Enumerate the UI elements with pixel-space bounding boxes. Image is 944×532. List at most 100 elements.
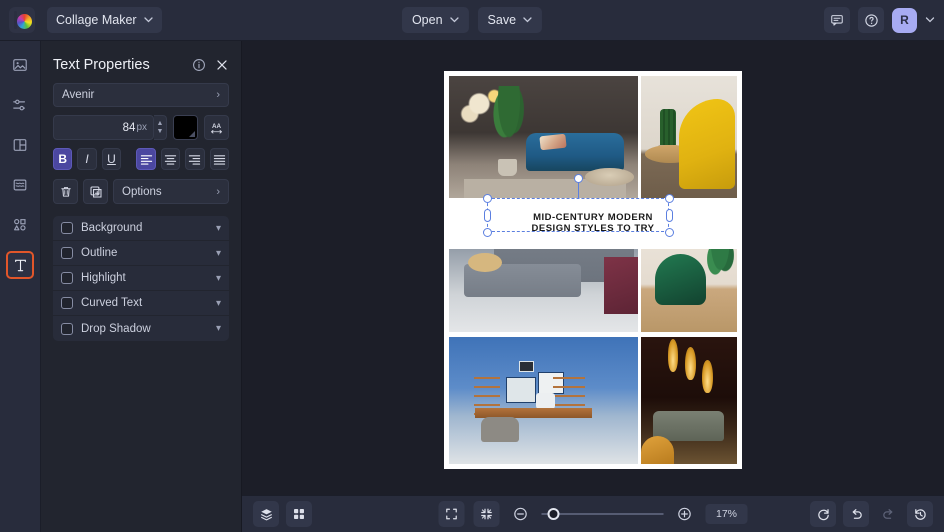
- highlight-checkbox[interactable]: [61, 272, 73, 284]
- zoom-slider-knob[interactable]: [547, 508, 560, 520]
- undo-button[interactable]: [843, 501, 869, 527]
- help-button[interactable]: [858, 7, 884, 33]
- text-layer-line-1: MID-CENTURY MODERN: [533, 211, 653, 223]
- artboard[interactable]: MID-CENTURY MODERN DESIGN STYLES TO TRY: [444, 71, 742, 469]
- zoom-out-icon: [514, 507, 527, 521]
- options-button[interactable]: Options ›: [113, 179, 229, 204]
- align-right-button[interactable]: [185, 148, 205, 170]
- chevron-down-icon: ▾: [215, 297, 221, 309]
- font-size-input[interactable]: 84 px: [53, 115, 154, 140]
- layers-icon: [260, 508, 272, 520]
- resize-handle-top-right[interactable]: [665, 194, 674, 203]
- reset-button[interactable]: [810, 501, 836, 527]
- align-left-button[interactable]: [136, 148, 156, 170]
- grid-icon: [294, 509, 304, 519]
- sidebar-item-text[interactable]: [6, 251, 34, 279]
- italic-label: I: [85, 152, 89, 166]
- redo-button[interactable]: [876, 502, 900, 526]
- font-size-stepper[interactable]: ▲ ▼: [154, 115, 167, 140]
- photo-living-room-blue-sofa[interactable]: [449, 76, 638, 203]
- avatar[interactable]: R: [892, 7, 917, 33]
- text-band: MID-CENTURY MODERN DESIGN STYLES TO TRY: [449, 198, 737, 249]
- resize-handle-right-middle[interactable]: [666, 209, 673, 222]
- italic-button[interactable]: I: [77, 148, 97, 170]
- fullscreen-button[interactable]: [438, 501, 465, 527]
- canvas-area[interactable]: MID-CENTURY MODERN DESIGN STYLES TO TRY: [242, 41, 944, 495]
- history-button[interactable]: [907, 501, 933, 527]
- zoom-out-button[interactable]: [509, 502, 533, 526]
- sidebar-item-layouts[interactable]: [6, 131, 34, 159]
- zoom-controls: 17%: [438, 501, 748, 527]
- accordion-item-outline[interactable]: Outline ▾: [53, 241, 229, 266]
- close-icon[interactable]: [215, 58, 229, 72]
- drop-shadow-checkbox[interactable]: [61, 322, 73, 335]
- app-root: Collage Maker Open Save R Text Propertie…: [0, 0, 944, 532]
- outline-checkbox[interactable]: [61, 247, 73, 259]
- align-justify-button[interactable]: [209, 148, 229, 170]
- text-style-row: B I U: [53, 148, 229, 170]
- text-actions-row: Options ›: [53, 179, 229, 204]
- photo-detail-pot: [498, 159, 517, 176]
- reset-icon: [817, 508, 829, 520]
- sidebar-item-graphics[interactable]: [6, 211, 34, 239]
- accordion-label: Curved Text: [81, 297, 143, 309]
- sidebar-item-backgrounds[interactable]: [6, 171, 34, 199]
- chat-button[interactable]: [824, 7, 850, 33]
- accordion-item-curved-text[interactable]: Curved Text ▾: [53, 291, 229, 316]
- letter-spacing-button[interactable]: AA: [204, 115, 229, 140]
- fit-screen-button[interactable]: [473, 501, 500, 527]
- photo-blue-wall-office[interactable]: [449, 336, 638, 464]
- accordion-label: Drop Shadow: [81, 322, 151, 335]
- zoom-slider[interactable]: [541, 504, 664, 524]
- font-size-unit: px: [136, 122, 147, 133]
- resize-handle-bottom-right[interactable]: [665, 228, 674, 237]
- bold-button[interactable]: B: [53, 148, 73, 170]
- font-size-row: 84 px ▲ ▼ AA: [53, 115, 229, 140]
- undo-icon: [852, 508, 862, 519]
- save-button[interactable]: Save: [477, 7, 543, 33]
- rotate-handle[interactable]: [574, 174, 583, 183]
- zoom-value[interactable]: 17%: [705, 504, 748, 524]
- delete-button[interactable]: [53, 179, 78, 204]
- background-checkbox[interactable]: [61, 222, 73, 234]
- image-icon: [13, 59, 27, 71]
- layers-button[interactable]: [253, 501, 279, 527]
- chat-icon: [831, 15, 843, 26]
- photo-dark-room-pendant-lights[interactable]: [641, 336, 737, 464]
- zoom-in-button[interactable]: [673, 502, 697, 526]
- grid-button[interactable]: [286, 501, 312, 527]
- photo-yellow-armchair[interactable]: [641, 76, 737, 203]
- accordion-label: Outline: [81, 247, 118, 259]
- photo-image: [641, 336, 737, 464]
- text-effects-accordion: Background ▾ Outline ▾ Highlight ▾ Curve…: [53, 216, 229, 341]
- chevron-down-icon: ▾: [215, 272, 221, 284]
- accordion-item-highlight[interactable]: Highlight ▾: [53, 266, 229, 291]
- resize-handle-top-left[interactable]: [483, 194, 492, 203]
- sidebar-item-image-manager[interactable]: [6, 51, 34, 79]
- document-name-dropdown[interactable]: Collage Maker: [47, 7, 162, 33]
- help-icon: [864, 13, 878, 27]
- chevron-down-icon[interactable]: [925, 17, 935, 23]
- bottom-bar: 17%: [242, 495, 944, 532]
- photo-detail-bulb-2: [685, 346, 696, 380]
- collage-grid: MID-CENTURY MODERN DESIGN STYLES TO TRY: [449, 76, 737, 464]
- photo-detail-artwork-1: [505, 377, 536, 403]
- duplicate-button[interactable]: [83, 179, 108, 204]
- resize-handle-left-middle[interactable]: [484, 209, 491, 222]
- chevron-down-icon: [523, 17, 532, 23]
- resize-handle-bottom-left[interactable]: [483, 228, 492, 237]
- open-button[interactable]: Open: [401, 7, 469, 33]
- accordion-label: Highlight: [81, 272, 126, 284]
- font-family-selector[interactable]: Avenir ›: [53, 83, 229, 107]
- sidebar-item-edit[interactable]: [6, 91, 34, 119]
- photo-detail-cactus: [660, 108, 676, 150]
- befunky-logo[interactable]: [9, 7, 35, 33]
- align-center-button[interactable]: [160, 148, 181, 170]
- underline-button[interactable]: U: [101, 148, 122, 170]
- info-icon[interactable]: [192, 58, 206, 72]
- curved-text-checkbox[interactable]: [61, 297, 73, 309]
- text-color-swatch[interactable]: [173, 115, 198, 140]
- accordion-item-drop-shadow[interactable]: Drop Shadow ▾: [53, 316, 229, 341]
- accordion-item-background[interactable]: Background ▾: [53, 216, 229, 241]
- top-center-actions: Open Save: [401, 7, 543, 33]
